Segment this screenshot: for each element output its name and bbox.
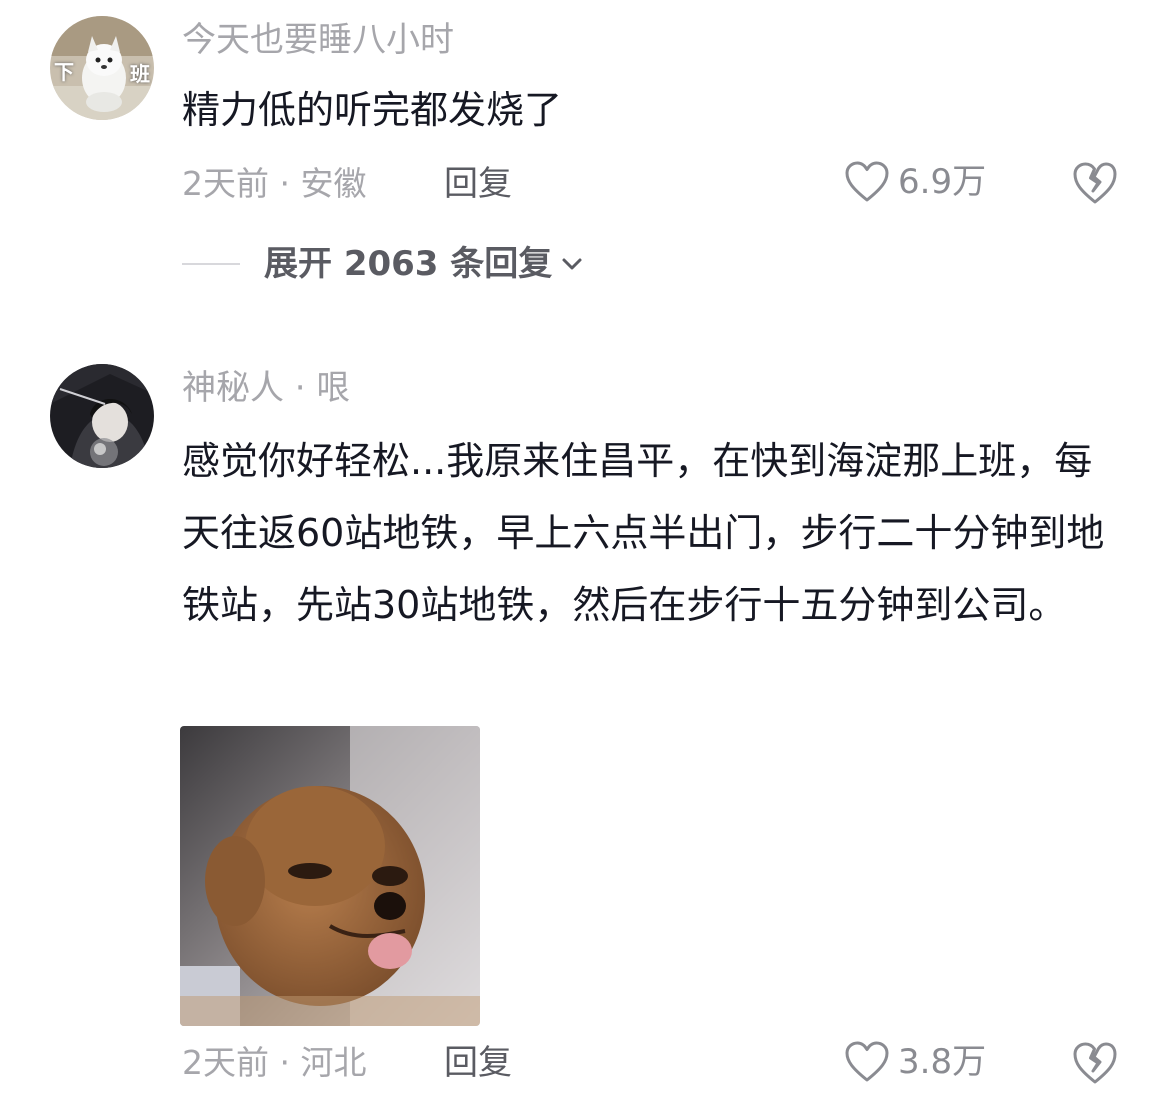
comment-meta: 2天前 · 河北 xyxy=(182,1043,367,1082)
comment-text: 感觉你好轻松...我原来住昌平，在快到海淀那上班，每天往返60站地铁，早上六点半… xyxy=(182,439,1105,627)
chevron-down-icon xyxy=(562,258,582,270)
avatar-image xyxy=(50,364,154,468)
avatar[interactable] xyxy=(50,364,154,468)
comment-item: 下 班 今天也要睡八小时 精力低的听完都发烧了 2天前 · 安徽 回复 6.9万… xyxy=(0,0,1169,320)
avatar-badge-left: 下 xyxy=(54,60,74,84)
heart-outline-icon xyxy=(845,161,889,202)
broken-heart-icon xyxy=(1073,1042,1117,1084)
expand-replies-label: 展开 2063 条回复 xyxy=(264,244,553,284)
dislike-button[interactable] xyxy=(1071,160,1119,210)
avatar-badge-right: 班 xyxy=(130,62,150,86)
like-count: 6.9万 xyxy=(898,162,987,202)
dog-meme-image xyxy=(180,726,480,1026)
comment-item: 神秘人 · 哏 感觉你好轻松...我原来住昌平，在快到海淀那上班，每天往返60站… xyxy=(0,350,1169,1111)
username[interactable]: 今天也要睡八小时 xyxy=(182,18,454,62)
username[interactable]: 神秘人 · 哏 xyxy=(182,366,350,410)
like-count: 3.8万 xyxy=(898,1042,987,1082)
like-button[interactable]: 3.8万 xyxy=(844,1040,986,1084)
reply-button[interactable]: 回复 xyxy=(444,162,512,206)
reply-button[interactable]: 回复 xyxy=(444,1041,512,1085)
expand-divider xyxy=(182,263,240,265)
comment-text: 精力低的听完都发烧了 xyxy=(182,88,563,132)
like-button[interactable]: 6.9万 xyxy=(844,160,986,204)
expand-replies-button[interactable]: 展开 2063 条回复 xyxy=(182,242,584,286)
avatar[interactable]: 下 班 xyxy=(50,16,154,120)
comment-meta: 2天前 · 安徽 xyxy=(182,164,367,203)
heart-outline-icon xyxy=(845,1041,889,1082)
comment-image[interactable] xyxy=(180,726,480,1026)
broken-heart-icon xyxy=(1073,162,1117,204)
dislike-button[interactable] xyxy=(1071,1040,1119,1090)
